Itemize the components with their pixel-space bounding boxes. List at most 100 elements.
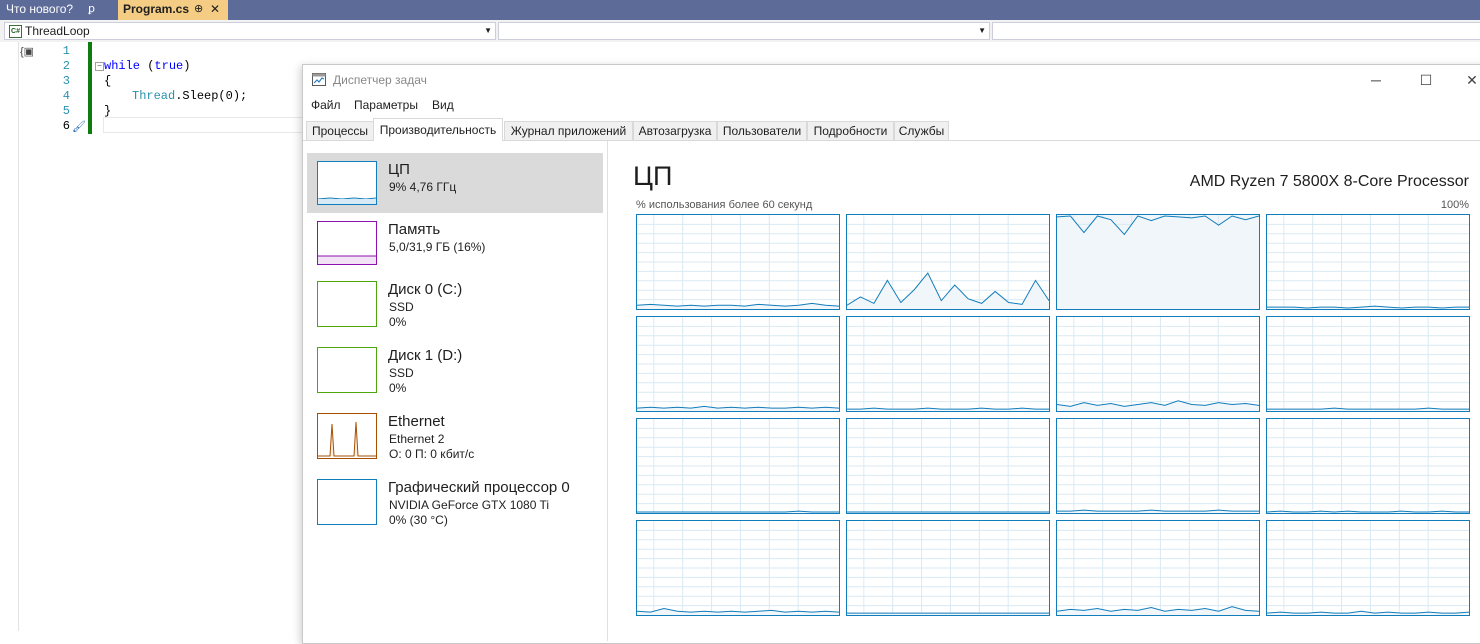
sidebar-item-usage: 0% (30 °C) [389, 513, 448, 527]
tab-label: Program.cs [123, 2, 190, 16]
cpu-graph-canvas [637, 215, 839, 309]
logical-processor-graph [846, 418, 1050, 514]
logical-processor-graph [846, 214, 1050, 310]
minimize-button[interactable]: ─ [1353, 69, 1399, 91]
sidebar-item-ethernet[interactable]: Ethernet Ethernet 2 О: 0 П: 0 кбит/с [307, 405, 603, 471]
pin-icon[interactable]: ⊕ [194, 0, 203, 19]
window-title: Диспетчер задач [333, 73, 427, 87]
tab-bar: Процессы Производительность Журнал прило… [303, 118, 1480, 141]
task-manager-window: Диспетчер задач ─ ☐ ✕ Файл Параметры Вид… [302, 64, 1480, 644]
csharp-project-icon: C# [9, 25, 22, 38]
tab-label: Что нового? [6, 2, 74, 16]
cpu-graph-canvas [1057, 317, 1259, 411]
cpu-graph-canvas [1267, 521, 1469, 615]
pin-icon[interactable]: ꝑ [88, 0, 95, 19]
cpu-graph-canvas [1267, 215, 1469, 309]
current-line-highlight [103, 117, 305, 133]
tab-users[interactable]: Пользователи [717, 121, 807, 140]
line-number: 4 [62, 89, 70, 103]
sidebar-item-title: ЦП [388, 161, 410, 178]
task-manager-icon [312, 73, 326, 86]
sidebar-item-detail: 5,0/31,9 ГБ (16%) [389, 240, 486, 254]
cpu-graph-canvas [1057, 419, 1259, 513]
logical-processor-graph [636, 520, 840, 616]
sidebar-item-detail: SSD [389, 300, 414, 314]
close-button[interactable]: ✕ [1449, 69, 1480, 91]
snippet-icon: {▣ [20, 46, 35, 58]
tab-whats-new[interactable]: Что нового? ꝑ [0, 0, 116, 20]
usage-line [1267, 407, 1469, 410]
ethernet-thumbnail-graph [317, 413, 377, 459]
code-line: Thread.Sleep(0); [132, 89, 248, 103]
sidebar-item-throughput: О: 0 П: 0 кбит/с [389, 447, 475, 461]
usage-area [1057, 216, 1259, 309]
logical-processor-graph [1266, 316, 1470, 412]
sidebar-item-disk-1[interactable]: Диск 1 (D:) SSD 0% [307, 339, 603, 405]
tab-app-history[interactable]: Журнал приложений [504, 121, 633, 140]
logical-processor-graph [846, 520, 1050, 616]
sidebar-item-title: Память [388, 221, 441, 238]
sidebar-item-detail: SSD [389, 366, 414, 380]
close-icon[interactable]: ✕ [210, 0, 220, 19]
cpu-detail-panel: ЦП AMD Ryzen 7 5800X 8-Core Processor % … [609, 141, 1479, 641]
logical-processor-graph [1266, 214, 1470, 310]
logical-processor-graph [636, 316, 840, 412]
sidebar-item-title: Ethernet [388, 413, 445, 430]
quick-action-brush-icon[interactable]: 🖌 [72, 120, 86, 133]
cpu-graph-canvas [1267, 317, 1469, 411]
collapse-icon[interactable]: − [95, 62, 104, 71]
sidebar-item-gpu[interactable]: Графический процессор 0 NVIDIA GeForce G… [307, 471, 603, 537]
tab-services[interactable]: Службы [894, 121, 949, 140]
tab-startup[interactable]: Автозагрузка [633, 121, 717, 140]
line-number: 1 [62, 44, 70, 58]
code-line: } [104, 104, 112, 118]
cpu-graph-canvas [637, 317, 839, 411]
cpu-graph-canvas [847, 215, 1049, 309]
class-dropdown[interactable]: C# ThreadLoop ▼ [4, 22, 496, 40]
class-dropdown-value: ThreadLoop [25, 24, 90, 38]
menu-options[interactable]: Параметры [354, 98, 418, 112]
line-number-current: 6 [62, 119, 70, 133]
chart-max-label: 100% [1440, 199, 1469, 211]
sidebar-item-usage: 0% [389, 381, 407, 395]
sidebar-item-detail: Ethernet 2 [389, 432, 445, 446]
page-title: ЦП [633, 161, 673, 191]
menu-file[interactable]: Файл [311, 98, 341, 112]
usage-area [1057, 400, 1259, 411]
title-bar[interactable]: Диспетчер задач ─ ☐ ✕ [303, 65, 1480, 95]
logical-processor-graph [1266, 418, 1470, 514]
sidebar-item-memory[interactable]: Память 5,0/31,9 ГБ (16%) [307, 213, 603, 273]
change-tracking-bar [88, 42, 92, 134]
line-number: 5 [62, 104, 70, 118]
chevron-down-icon: ▼ [484, 26, 492, 35]
sidebar-item-title: Диск 0 (C:) [388, 281, 463, 298]
memory-thumbnail-graph [317, 221, 377, 265]
cpu-graph-canvas [1057, 521, 1259, 615]
chart-caption: % использования более 60 секунд [636, 199, 813, 211]
scope-dropdown[interactable] [992, 22, 1480, 40]
maximize-button[interactable]: ☐ [1403, 69, 1449, 91]
sidebar-item-disk-0[interactable]: Диск 0 (C:) SSD 0% [307, 273, 603, 339]
menu-view[interactable]: Вид [432, 98, 454, 112]
code-line: while (true) [104, 59, 191, 73]
member-dropdown[interactable]: ▼ [498, 22, 990, 40]
sidebar-item-cpu[interactable]: ЦП 9% 4,76 ГГц [307, 153, 603, 213]
disk-1-thumbnail-graph [317, 347, 377, 393]
usage-line [637, 405, 839, 409]
sidebar-item-title: Диск 1 (D:) [388, 347, 463, 364]
tab-processes[interactable]: Процессы [306, 121, 374, 140]
tab-details[interactable]: Подробности [807, 121, 894, 140]
cpu-graph-canvas [1057, 215, 1259, 309]
logical-processor-graph [636, 214, 840, 310]
cpu-graph-canvas [637, 419, 839, 513]
disk-0-thumbnail-graph [317, 281, 377, 327]
chevron-down-icon: ▼ [978, 26, 986, 35]
sidebar-item-detail: NVIDIA GeForce GTX 1080 Ti [389, 498, 550, 512]
logical-processor-graph [1056, 316, 1260, 412]
tab-performance[interactable]: Производительность [373, 118, 503, 141]
code-line: { [104, 74, 112, 88]
logical-processor-graph [1056, 214, 1260, 310]
logical-processor-graph [1266, 520, 1470, 616]
resource-sidebar: ЦП 9% 4,76 ГГц Память 5,0/31,9 ГБ (16%) … [303, 141, 608, 641]
tab-program-cs[interactable]: Program.cs ⊕ ✕ [118, 0, 228, 20]
